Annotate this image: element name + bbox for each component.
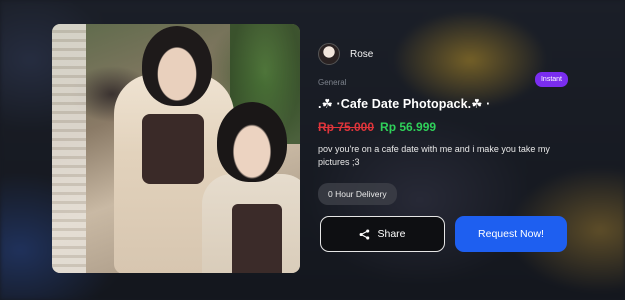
person-two-head: [217, 102, 287, 182]
discounted-price: Rp 56.999: [380, 120, 437, 134]
meta-row: General Instant: [318, 72, 570, 92]
listing-title: .☘ ·Cafe Date Photopack.☘ ·: [318, 97, 491, 111]
share-icon: [359, 228, 370, 240]
person-one-head: [142, 26, 212, 106]
product-photo: [52, 24, 300, 273]
listing-description: pov you're on a cafe date with me and i …: [318, 144, 550, 167]
price-row: Rp 75.000 Rp 56.999: [318, 120, 570, 134]
original-price: Rp 75.000: [318, 120, 375, 134]
share-label: Share: [377, 228, 406, 240]
category-label: General: [318, 78, 347, 87]
listing-card: Rose General Instant .☘ ·Cafe Date Photo…: [318, 40, 570, 205]
seller-row[interactable]: Rose: [318, 40, 570, 68]
action-buttons: Share Request Now!: [320, 216, 567, 252]
request-label: Request Now!: [478, 228, 544, 240]
seller-avatar[interactable]: [318, 43, 340, 65]
share-button[interactable]: Share: [320, 216, 445, 252]
delivery-badge: 0 Hour Delivery: [318, 183, 397, 205]
instant-badge: Instant: [534, 72, 568, 87]
request-now-button[interactable]: Request Now!: [455, 216, 567, 252]
person-two: [202, 174, 300, 273]
seller-name[interactable]: Rose: [350, 49, 373, 60]
lace-curtain: [52, 24, 86, 273]
